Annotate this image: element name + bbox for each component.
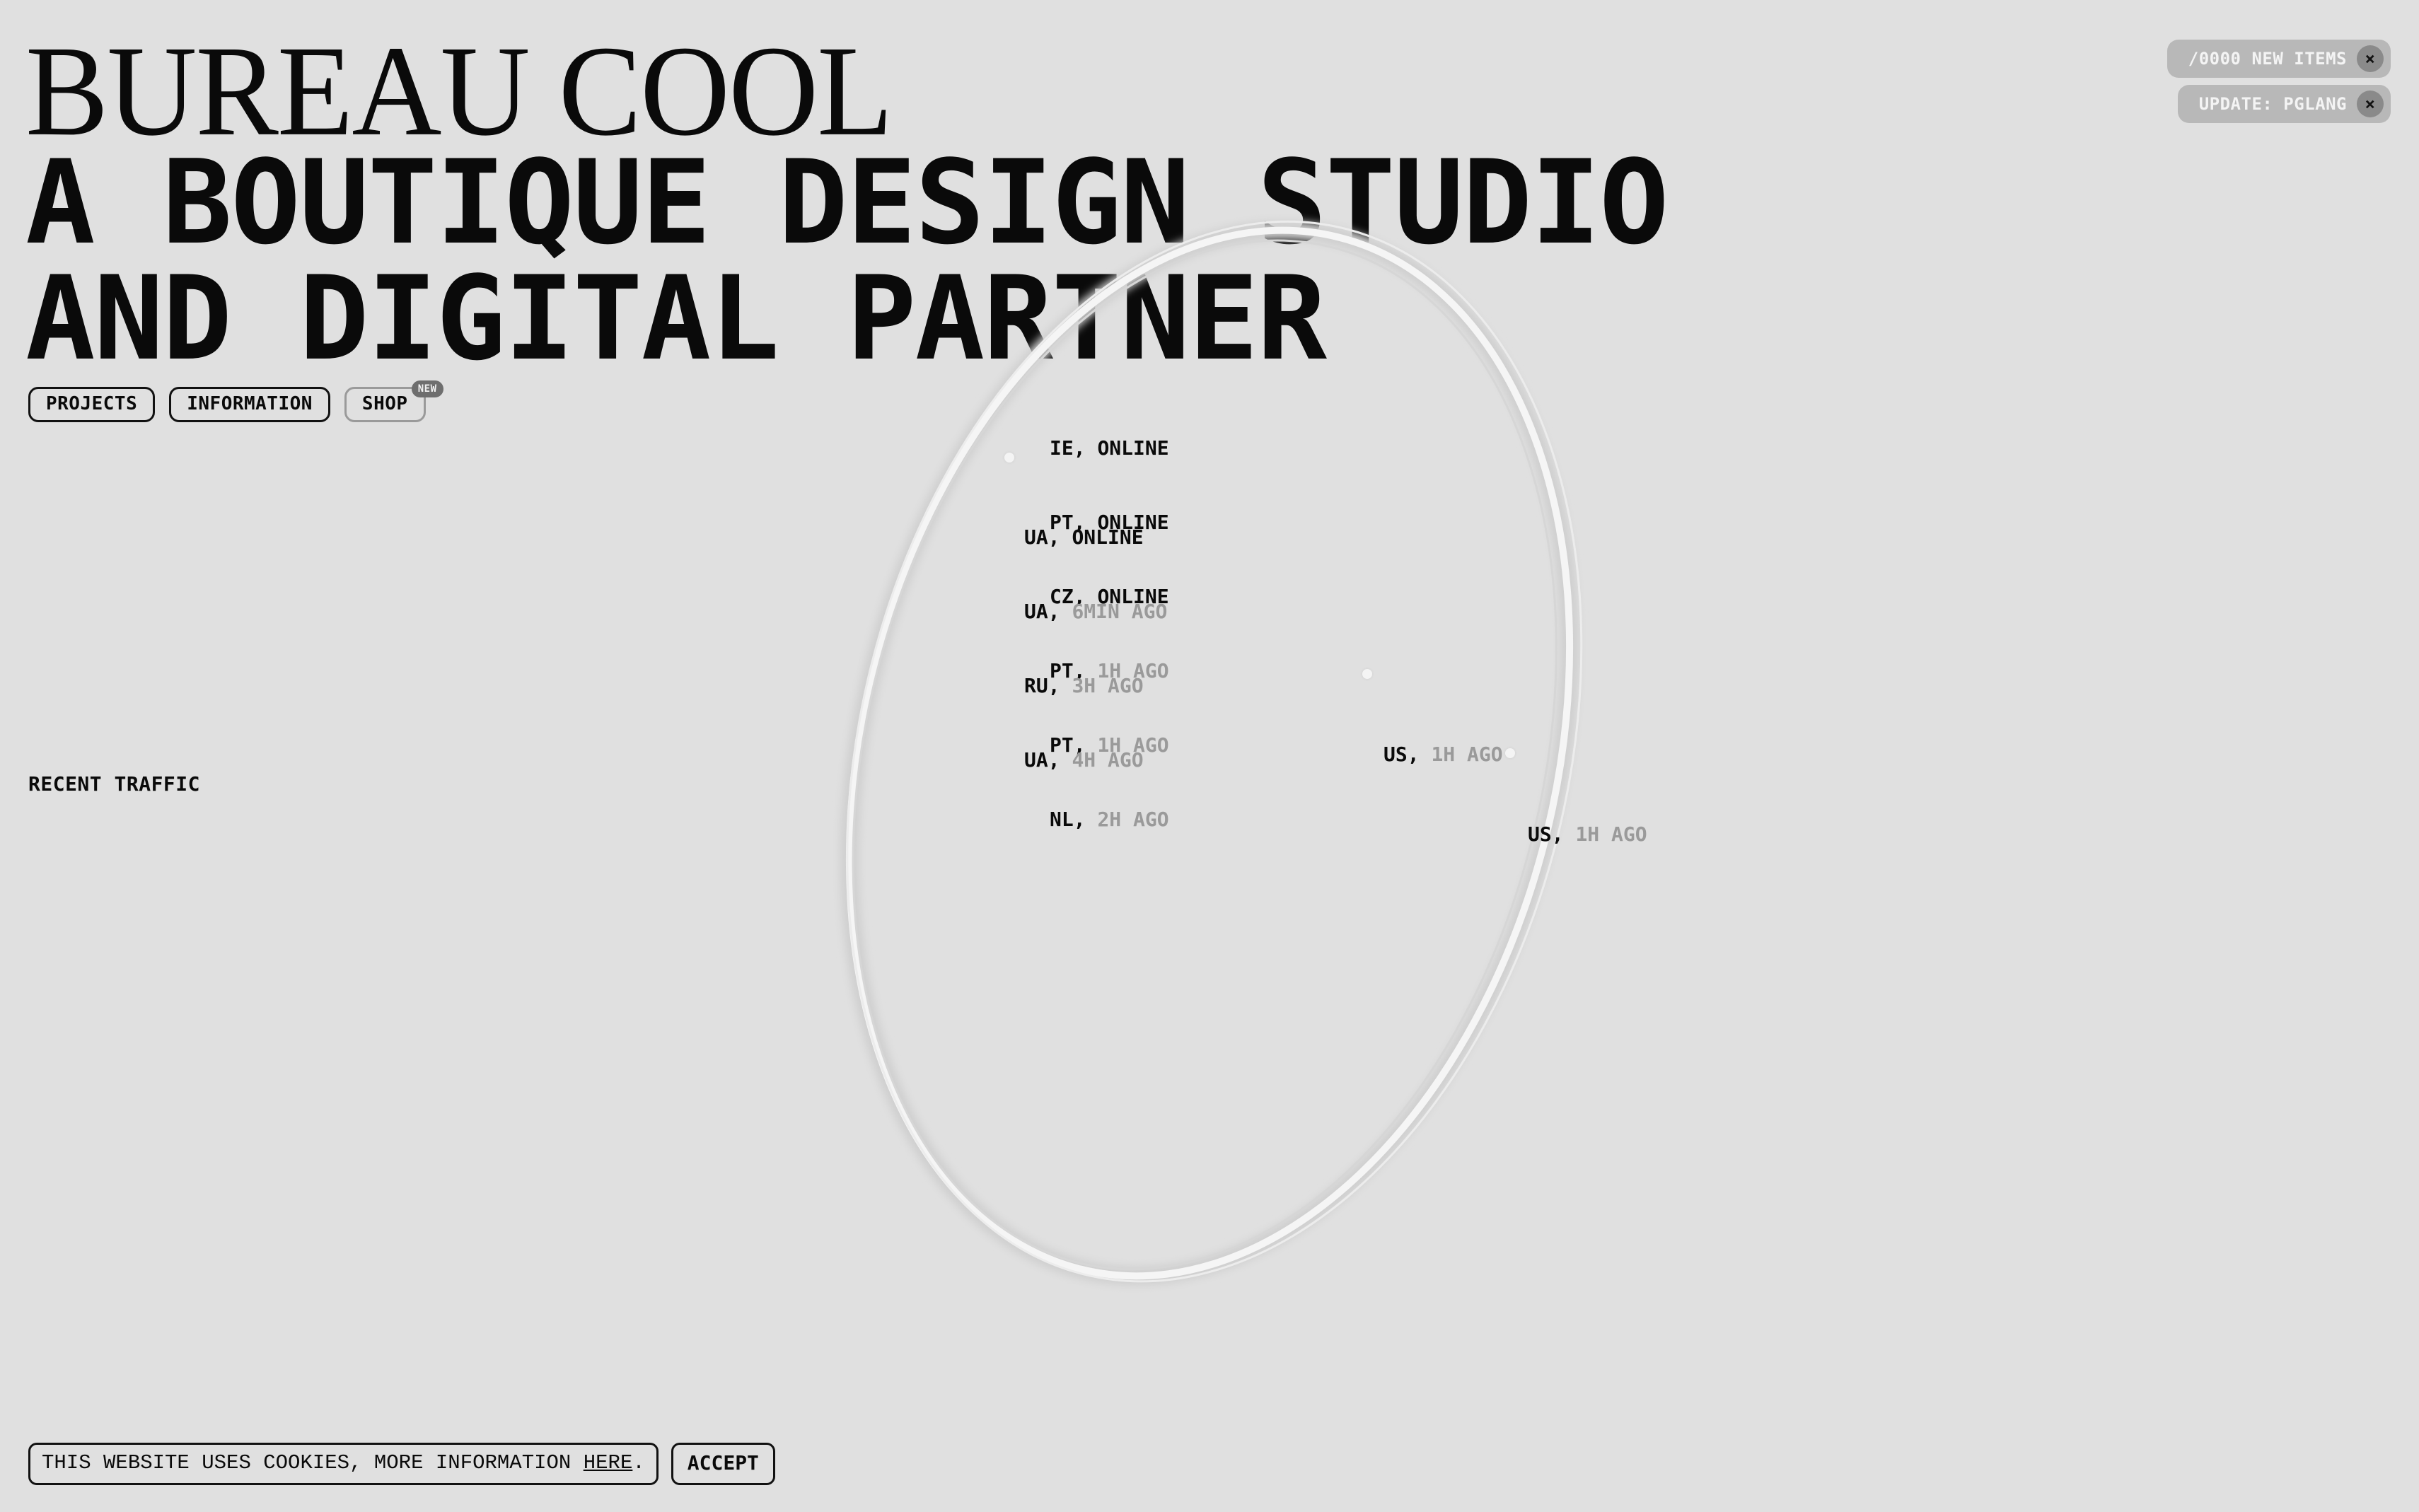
traffic-country: US,	[1528, 822, 1564, 846]
page-title: A BOUTIQUE DESIGN STUDIO AND DIGITAL PAR…	[25, 135, 1669, 386]
traffic-time: 1H AGO	[1431, 743, 1503, 766]
tagline-line-1: A BOUTIQUE DESIGN STUDIO	[25, 135, 1669, 270]
traffic-country: IE,	[1050, 436, 1086, 460]
new-badge: NEW	[411, 380, 443, 397]
traffic-country: US,	[1383, 743, 1420, 766]
traffic-time: 6MIN AGO	[1072, 600, 1168, 623]
traffic-group-us-1: US, 1H AGO	[1383, 692, 1503, 791]
notification-text: /0000 NEW ITEMS	[2188, 49, 2347, 69]
traffic-row: US, 1H AGO	[1528, 822, 1647, 847]
traffic-country: UA,	[1024, 600, 1060, 623]
traffic-group-east: UA, ONLINE UA, 6MIN AGO RU, 3H AGO UA, 4…	[1024, 475, 1167, 797]
traffic-row: US, 1H AGO	[1383, 742, 1503, 767]
cookie-text: THIS WEBSITE USES COOKIES, MORE INFORMAT…	[42, 1451, 584, 1475]
notification-new-items[interactable]: /0000 NEW ITEMS ×	[2166, 40, 2391, 78]
traffic-row: NL, 2H AGO	[1050, 807, 1169, 832]
traffic-row: UA, 4H AGO	[1024, 748, 1167, 772]
close-icon[interactable]: ×	[2357, 45, 2384, 72]
traffic-row: UA, ONLINE	[1024, 525, 1167, 549]
traffic-country: UA,	[1024, 748, 1060, 772]
traffic-time: 3H AGO	[1072, 674, 1144, 697]
traffic-time: 2H AGO	[1097, 808, 1169, 831]
traffic-country: RU,	[1024, 674, 1060, 697]
traffic-time: 1H AGO	[1575, 822, 1647, 846]
traffic-row: IE, ONLINE	[1050, 436, 1169, 460]
nav-shop-label: SHOP	[361, 393, 408, 414]
traffic-dot	[1362, 669, 1372, 679]
main-nav: PROJECTS INFORMATION SHOP NEW	[28, 380, 443, 422]
recent-traffic-label: RECENT TRAFFIC	[28, 772, 201, 796]
traffic-country: UA,	[1024, 525, 1060, 549]
traffic-country: NL,	[1050, 808, 1086, 831]
cookie-message: THIS WEBSITE USES COOKIES, MORE INFORMAT…	[28, 1443, 659, 1485]
cookie-accept-button[interactable]: ACCEPT	[671, 1443, 775, 1485]
close-icon[interactable]: ×	[2357, 91, 2384, 117]
traffic-time: 4H AGO	[1072, 748, 1144, 772]
traffic-dot	[1004, 453, 1014, 463]
traffic-row: RU, 3H AGO	[1024, 673, 1167, 698]
tagline-line-2: AND DIGITAL PARTNER	[25, 251, 1327, 386]
notification-update[interactable]: UPDATE: PGLANG ×	[2177, 85, 2391, 123]
nav-projects-button[interactable]: PROJECTS	[28, 387, 156, 422]
cookie-more-info-link[interactable]: HERE	[584, 1451, 633, 1475]
traffic-group-us-2: US, 1H AGO	[1528, 772, 1647, 871]
traffic-time: ONLINE	[1097, 436, 1169, 460]
traffic-row: UA, 6MIN AGO	[1024, 599, 1167, 624]
notification-text: UPDATE: PGLANG	[2198, 94, 2347, 114]
traffic-time: ONLINE	[1072, 525, 1144, 549]
nav-information-button[interactable]: INFORMATION	[169, 387, 330, 422]
traffic-dot	[1505, 748, 1515, 758]
cookie-period: .	[632, 1451, 645, 1475]
nav-shop-button[interactable]: SHOP NEW	[344, 380, 443, 422]
cookie-banner: THIS WEBSITE USES COOKIES, MORE INFORMAT…	[28, 1443, 775, 1485]
